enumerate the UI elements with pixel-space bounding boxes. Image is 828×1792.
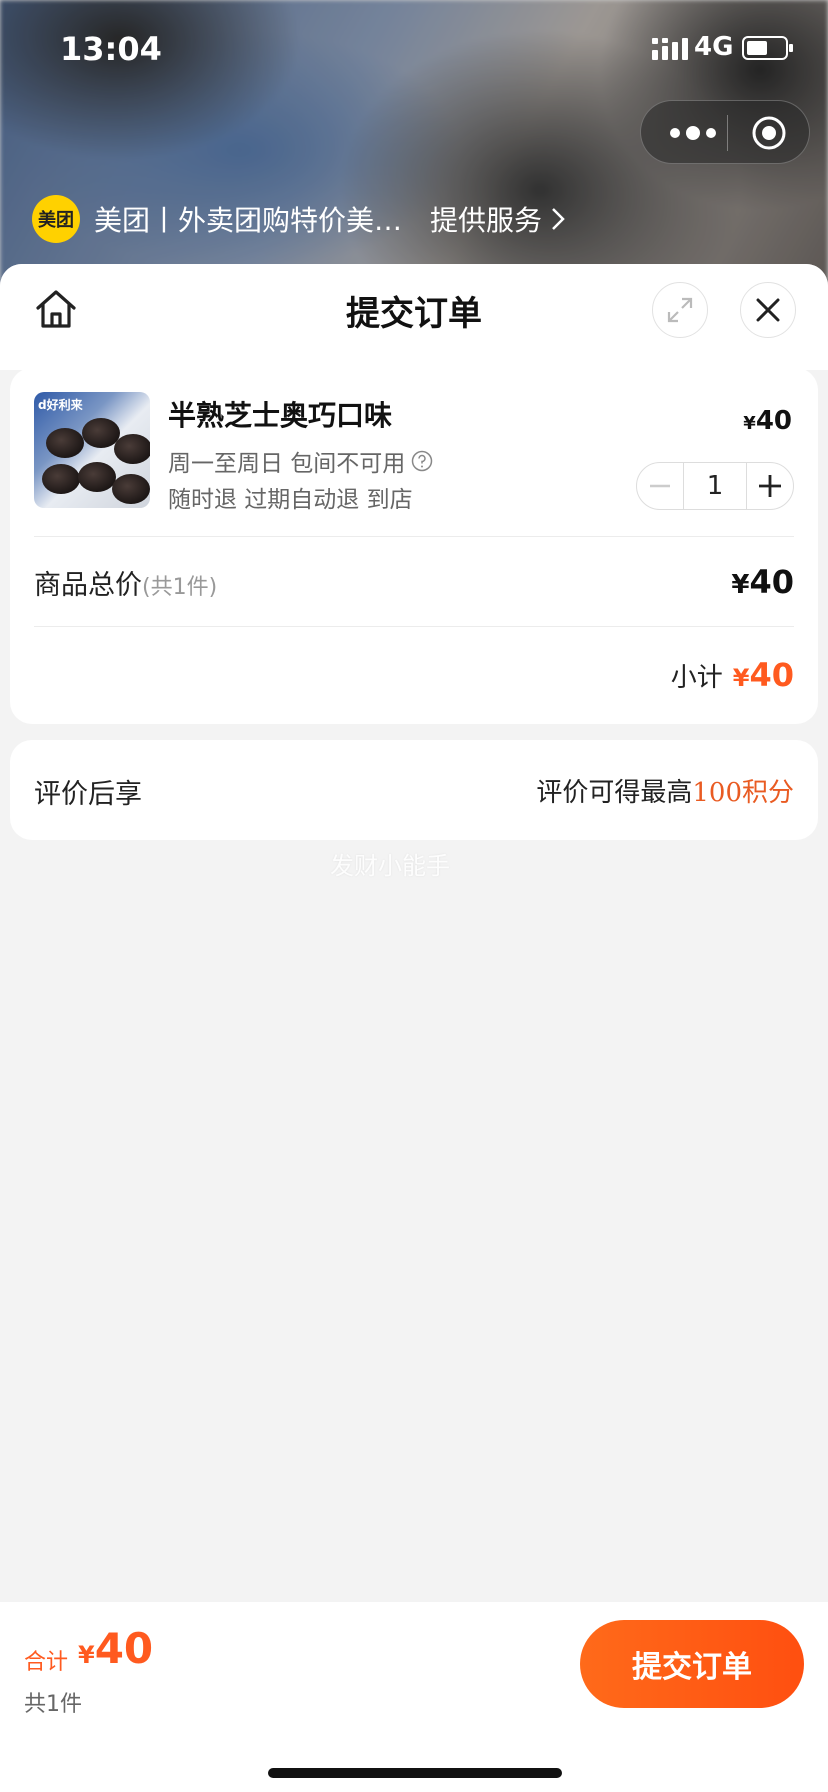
submit-order-button[interactable]: 提交订单 xyxy=(580,1620,804,1708)
meituan-logo: 美团 xyxy=(32,195,80,243)
battery-fill xyxy=(747,41,767,55)
review-label: 评价后享 xyxy=(34,779,142,810)
item-count: 共1件 xyxy=(24,1692,82,1717)
decrease-button[interactable] xyxy=(637,463,683,509)
plus-icon xyxy=(759,475,781,497)
exit-mini-program-icon[interactable] xyxy=(751,115,787,151)
sheet-header: 提交订单 xyxy=(0,264,828,370)
usage-text: 周一至周日 包间不可用 xyxy=(168,451,406,477)
capsule-separator xyxy=(727,115,728,151)
subtotal-row: 小计 ¥40 xyxy=(671,656,794,694)
signal-icon xyxy=(652,38,688,60)
help-icon[interactable] xyxy=(411,450,433,472)
minus-icon xyxy=(650,484,670,488)
status-time: 13:04 xyxy=(60,30,162,68)
subtotal-label: 小计 xyxy=(670,663,723,693)
subtotal-value: ¥40 xyxy=(733,656,794,694)
review-desc: 评价可得最高 xyxy=(536,778,693,808)
divider xyxy=(34,536,794,537)
sum-label: 合计 xyxy=(24,1650,69,1675)
service-provide-label: 提供服务 xyxy=(430,204,543,237)
currency-symbol: ¥ xyxy=(78,1641,95,1669)
checkout-bar: 合计 ¥40 共1件 提交订单 xyxy=(0,1602,828,1792)
expand-icon xyxy=(667,297,693,323)
home-indicator xyxy=(268,1768,562,1778)
product-usage-info: 周一至周日 包间不可用 xyxy=(168,444,433,478)
product-price: ¥40 xyxy=(743,406,792,436)
mini-program-capsule xyxy=(640,100,810,164)
review-reward-card[interactable]: 评价后享 评价可得最高100积分 xyxy=(10,740,818,840)
service-name: 美团丨外卖团购特价美… xyxy=(94,204,403,237)
close-icon xyxy=(756,298,780,322)
subtotal-amount: 40 xyxy=(749,656,794,694)
goods-total-label: 商品总价 xyxy=(34,569,142,601)
quantity-value[interactable]: 1 xyxy=(683,463,747,509)
sum-amount: 40 xyxy=(94,1624,154,1673)
cookie-image xyxy=(46,428,84,458)
review-points: 100积分 xyxy=(692,778,794,808)
cookie-image xyxy=(42,464,80,494)
watermark: 发财小能手 xyxy=(330,852,450,880)
order-card: d好利来 半熟芝士奥巧口味 ¥40 周一至周日 包间不可用 随时退 过期自动退 … xyxy=(10,368,818,724)
goods-total-label-group: 商品总价(共1件) xyxy=(34,563,217,602)
currency-symbol: ¥ xyxy=(743,413,756,434)
review-reward-text: 评价可得最高100积分 xyxy=(536,772,794,809)
service-provider-bar[interactable]: 美团 美团丨外卖团购特价美… 提供服务 xyxy=(32,194,566,244)
divider xyxy=(34,626,794,627)
product-refund-info: 随时退 过期自动退 到店 xyxy=(168,487,413,513)
cookie-image xyxy=(114,434,150,464)
chevron-right-icon xyxy=(552,208,565,230)
cookie-image xyxy=(112,474,150,504)
goods-total-row: 商品总价(共1件) ¥40 xyxy=(34,562,794,602)
battery-icon xyxy=(742,36,793,60)
expand-button[interactable] xyxy=(652,282,708,338)
status-bar: 13:04 4G xyxy=(0,0,828,100)
product-thumbnail[interactable]: d好利来 xyxy=(34,392,150,508)
network-type: 4G xyxy=(694,32,734,62)
close-button[interactable] xyxy=(740,282,796,338)
currency-symbol: ¥ xyxy=(732,664,750,692)
goods-total-amount: 40 xyxy=(749,563,794,601)
cookie-image xyxy=(78,462,116,492)
goods-total-count: (共1件) xyxy=(142,574,218,600)
sum-value: ¥40 xyxy=(78,1624,153,1673)
thumbnail-brand-text: d好利来 xyxy=(38,398,83,412)
goods-total-value: ¥40 xyxy=(731,563,794,601)
currency-symbol: ¥ xyxy=(731,570,750,600)
battery-tip xyxy=(789,44,793,52)
product-name: 半熟芝士奥巧口味 xyxy=(168,399,393,432)
increase-button[interactable] xyxy=(747,463,793,509)
more-menu-icon[interactable] xyxy=(665,119,729,147)
order-sheet: 提交订单 d好利来 半熟芝士奥巧口味 ¥40 周一至周日 包间不可用 随时退 过… xyxy=(0,264,828,1792)
quantity-stepper: 1 xyxy=(636,462,794,510)
product-price-value: 40 xyxy=(755,406,792,436)
